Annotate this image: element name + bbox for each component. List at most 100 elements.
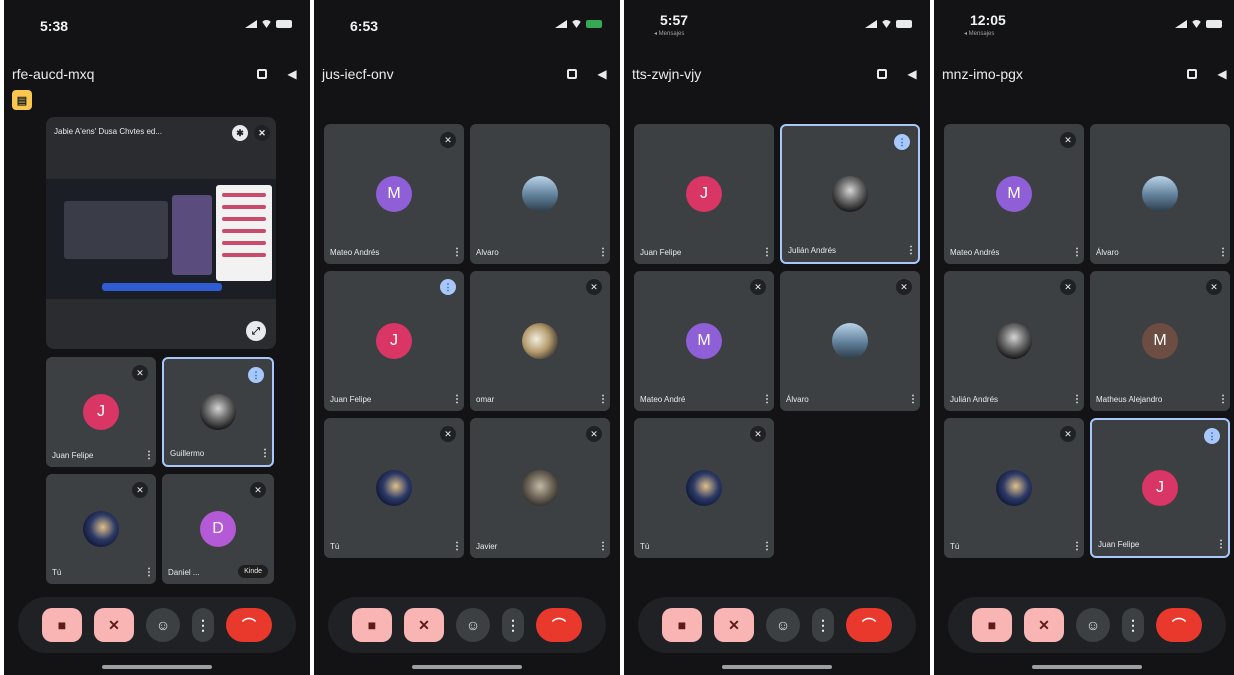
- switch-camera-icon[interactable]: [1182, 64, 1202, 84]
- more-options-icon[interactable]: ⋮: [144, 567, 154, 578]
- speaking-indicator-icon: ⋮: [1204, 428, 1220, 444]
- mic-off-button[interactable]: ✕: [404, 608, 444, 642]
- emoji-button[interactable]: ☺: [766, 608, 800, 642]
- more-options-icon[interactable]: ⋮: [1072, 247, 1082, 258]
- more-options-icon[interactable]: ⋮: [144, 450, 154, 461]
- participant-tile[interactable]: ✕ M Matheus Alejandro ⋮: [1090, 271, 1230, 411]
- more-options-icon[interactable]: ⋮: [1218, 394, 1228, 405]
- participant-tile[interactable]: ✕ omar ⋮: [470, 271, 610, 411]
- shared-screen-content: [46, 179, 276, 299]
- end-call-button[interactable]: ⌒: [226, 608, 272, 642]
- avatar-photo: [522, 176, 558, 212]
- pin-icon[interactable]: ✱: [232, 125, 248, 141]
- speaker-icon[interactable]: ◀: [592, 64, 612, 84]
- home-indicator[interactable]: [1032, 665, 1142, 669]
- participant-tile[interactable]: ✕ Álvaro ⋮: [780, 271, 920, 411]
- more-options-button[interactable]: ⋮: [812, 608, 834, 642]
- mic-off-button[interactable]: ✕: [94, 608, 134, 642]
- camera-off-button[interactable]: ■: [352, 608, 392, 642]
- mic-off-icon: ✕: [1206, 279, 1222, 295]
- participant-name: Tú: [640, 542, 650, 551]
- switch-camera-icon[interactable]: [562, 64, 582, 84]
- mic-off-button[interactable]: ✕: [714, 608, 754, 642]
- back-to-app-label[interactable]: ◂ Mensajes: [964, 30, 994, 37]
- participant-tile[interactable]: ✕ M Mateo Andrés ⋮: [324, 124, 464, 264]
- more-options-icon[interactable]: ⋮: [1218, 247, 1228, 258]
- more-options-icon[interactable]: ⋮: [908, 394, 918, 405]
- more-options-icon[interactable]: ⋮: [1072, 541, 1082, 552]
- signal-icons: [555, 20, 602, 28]
- more-options-icon[interactable]: ⋮: [598, 541, 608, 552]
- meeting-code[interactable]: jus-iecf-onv: [322, 66, 552, 82]
- share-indicator-icon[interactable]: ▤: [12, 90, 32, 110]
- more-options-icon[interactable]: ⋮: [762, 394, 772, 405]
- meeting-code[interactable]: mnz-imo-pgx: [942, 66, 1172, 82]
- presentation-tile[interactable]: Jabie A'ens' Dusa Chvtes ed... ✱ ✕ ⤢: [46, 117, 276, 349]
- participant-name: Juan Felipe: [640, 248, 682, 257]
- mic-off-icon: ✕: [132, 365, 148, 381]
- avatar-photo: [832, 176, 868, 212]
- meeting-header: rfe-aucd-mxq ◀: [12, 62, 302, 86]
- participant-tile[interactable]: ✕ J Juan Felipe ⋮: [46, 357, 156, 467]
- more-options-icon[interactable]: ⋮: [452, 247, 462, 258]
- more-options-icon[interactable]: ⋮: [762, 247, 772, 258]
- more-options-icon[interactable]: ⋮: [906, 245, 916, 256]
- call-controls: ■ ✕ ☺ ⋮ ⌒: [328, 597, 606, 653]
- expand-icon[interactable]: ⤢: [246, 321, 266, 341]
- status-time: 5:38: [40, 18, 69, 34]
- back-to-app-label[interactable]: ◂ Mensajes: [654, 30, 684, 37]
- participant-tile-active[interactable]: ⋮ Julián Andrés ⋮: [780, 124, 920, 264]
- participant-name: Juan Felipe: [1098, 540, 1140, 549]
- speaker-icon[interactable]: ◀: [282, 64, 302, 84]
- participant-tile[interactable]: ✕ M Mateo André ⋮: [634, 271, 774, 411]
- emoji-button[interactable]: ☺: [1076, 608, 1110, 642]
- camera-off-button[interactable]: ■: [972, 608, 1012, 642]
- home-indicator[interactable]: [412, 665, 522, 669]
- more-options-icon[interactable]: ⋮: [260, 448, 270, 459]
- participant-tile[interactable]: ✕ Julián Andrés ⋮: [944, 271, 1084, 411]
- speaker-icon[interactable]: ◀: [902, 64, 922, 84]
- participant-tile[interactable]: J Juan Felipe ⋮: [634, 124, 774, 264]
- participant-tile-active[interactable]: ⋮ Guillermo ⋮: [162, 357, 274, 467]
- more-options-icon[interactable]: ⋮: [598, 247, 608, 258]
- more-options-button[interactable]: ⋮: [1122, 608, 1144, 642]
- participant-tile[interactable]: ✕ Javier ⋮: [470, 418, 610, 558]
- mic-off-button[interactable]: ✕: [1024, 608, 1064, 642]
- participant-tile[interactable]: ✕ Tú ⋮: [46, 474, 156, 584]
- home-indicator[interactable]: [102, 665, 212, 669]
- end-call-button[interactable]: ⌒: [846, 608, 892, 642]
- participant-tile-active[interactable]: ⋮ J Juan Felipe ⋮: [1090, 418, 1230, 558]
- more-options-icon[interactable]: ⋮: [1072, 394, 1082, 405]
- speaker-icon[interactable]: ◀: [1212, 64, 1232, 84]
- emoji-button[interactable]: ☺: [456, 608, 490, 642]
- more-options-icon[interactable]: ⋮: [452, 394, 462, 405]
- home-indicator[interactable]: [722, 665, 832, 669]
- mic-off-icon: ✕: [750, 426, 766, 442]
- emoji-button[interactable]: ☺: [146, 608, 180, 642]
- meeting-code[interactable]: tts-zwjn-vjy: [632, 66, 862, 82]
- switch-camera-icon[interactable]: [872, 64, 892, 84]
- meeting-code[interactable]: rfe-aucd-mxq: [12, 66, 242, 82]
- status-bar: 6:53: [314, 0, 620, 44]
- camera-off-button[interactable]: ■: [662, 608, 702, 642]
- more-options-icon[interactable]: ⋮: [452, 541, 462, 552]
- participant-tile[interactable]: ✕ D Daniel ... Kinde: [162, 474, 274, 584]
- end-call-button[interactable]: ⌒: [536, 608, 582, 642]
- more-options-icon[interactable]: ⋮: [762, 541, 772, 552]
- participant-tile[interactable]: ⋮ J Juan Felipe ⋮: [324, 271, 464, 411]
- end-call-button[interactable]: ⌒: [1156, 608, 1202, 642]
- participant-tile[interactable]: ✕ M Mateo Andrés ⋮: [944, 124, 1084, 264]
- participant-name: Mateo André: [640, 395, 686, 404]
- participant-tile[interactable]: ✕ Tú ⋮: [324, 418, 464, 558]
- participant-tile[interactable]: Alvaro ⋮: [470, 124, 610, 264]
- participant-tile[interactable]: Álvaro ⋮: [1090, 124, 1230, 264]
- participant-tile[interactable]: ✕ Tú ⋮: [634, 418, 774, 558]
- more-options-icon[interactable]: ⋮: [598, 394, 608, 405]
- more-options-button[interactable]: ⋮: [502, 608, 524, 642]
- participant-tile[interactable]: ✕ Tú ⋮: [944, 418, 1084, 558]
- camera-off-button[interactable]: ■: [42, 608, 82, 642]
- more-options-icon[interactable]: ⋮: [1216, 539, 1226, 550]
- more-options-button[interactable]: ⋮: [192, 608, 214, 642]
- switch-camera-icon[interactable]: [252, 64, 272, 84]
- avatar: D: [200, 511, 236, 547]
